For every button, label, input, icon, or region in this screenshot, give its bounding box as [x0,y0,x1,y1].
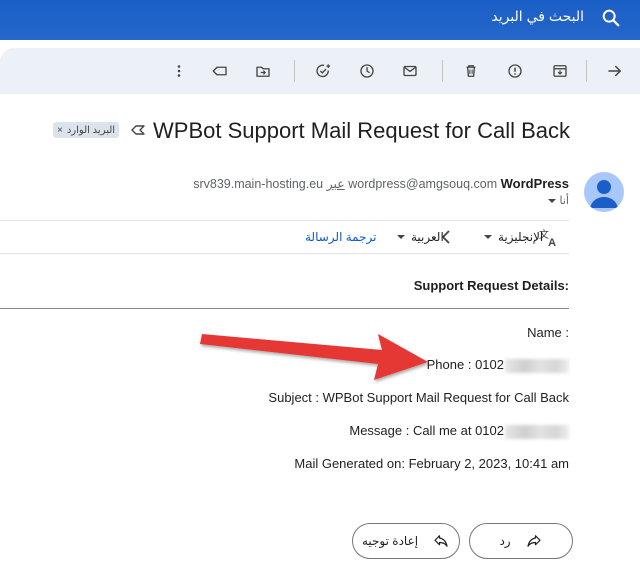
annotation-arrow-icon [200,334,428,380]
redacted-blur [505,358,569,373]
source-language-select[interactable]: الإنجليزية [484,230,543,244]
avatar[interactable] [584,172,624,212]
label-icon[interactable] [209,60,231,82]
redacted-blur [505,424,569,439]
top-search-bar: البحث في البريد [0,0,640,40]
via-link[interactable]: عبر [327,177,345,191]
message-text: Message : Call me at 0102 [349,423,504,438]
field-generated: Mail Generated on: February 2, 2023, 10:… [294,456,569,471]
field-name: Name : [527,325,569,340]
toolbar-separator [442,60,443,82]
back-arrow-icon[interactable] [604,60,626,82]
phone-text: Phone : 0102 [426,357,504,372]
reply-button[interactable]: رد [469,523,573,559]
report-spam-icon[interactable] [504,60,526,82]
archive-icon[interactable] [549,60,571,82]
search-icon[interactable] [600,7,622,29]
reply-label: رد [499,534,511,548]
chevron-down-icon [547,198,556,203]
more-vert-icon[interactable] [168,60,190,82]
forward-icon [434,535,448,547]
sender-email: wordpress@amgsouq.com [348,177,498,191]
label-chip-inbox[interactable]: البريد الوارد × [53,122,120,138]
target-language-label: العربية [411,230,444,244]
horizontal-rule [0,308,569,309]
recipient-label: أنا [559,195,569,207]
target-language-select[interactable]: العربية [397,230,444,244]
remove-label-icon[interactable]: × [57,125,63,136]
move-to-icon[interactable] [252,60,274,82]
snooze-icon[interactable] [356,60,378,82]
mark-unread-icon[interactable] [399,60,421,82]
forward-label: إعادة توجيه [361,534,419,548]
field-message: Message : Call me at 0102 [349,423,569,439]
details-title: Support Request Details: [413,278,569,293]
divider [0,253,569,254]
via-domain: srv839.main-hosting.eu [193,177,324,191]
chevron-down-icon [484,235,492,239]
divider [0,220,569,221]
sender-line: srv839.main-hosting.eu عبر wordpress@amg… [193,176,569,191]
svg-text:A: A [548,237,556,248]
toolbar-separator [294,60,295,82]
label-chip-text: البريد الوارد [66,124,116,136]
chevron-down-icon [397,235,405,239]
forward-button[interactable]: إعادة توجيه [352,523,460,559]
field-phone: Phone : 0102 [427,357,569,373]
add-to-tasks-icon[interactable] [312,60,334,82]
importance-marker-icon[interactable] [130,122,146,138]
message-toolbar [0,48,640,94]
sender-name[interactable]: WordPress [501,176,569,191]
email-subject: WPBot Support Mail Request for Call Back [153,118,570,143]
recipient-details-toggle[interactable]: أنا [547,194,569,207]
field-subject: Subject : WPBot Support Mail Request for… [268,390,569,405]
source-language-label: الإنجليزية [498,230,544,244]
search-input[interactable]: البحث في البريد [491,8,584,25]
delete-icon[interactable] [460,60,482,82]
reply-icon [526,535,541,547]
translate-message-link[interactable]: ترجمة الرسالة [305,230,377,244]
toolbar-separator [586,60,587,82]
